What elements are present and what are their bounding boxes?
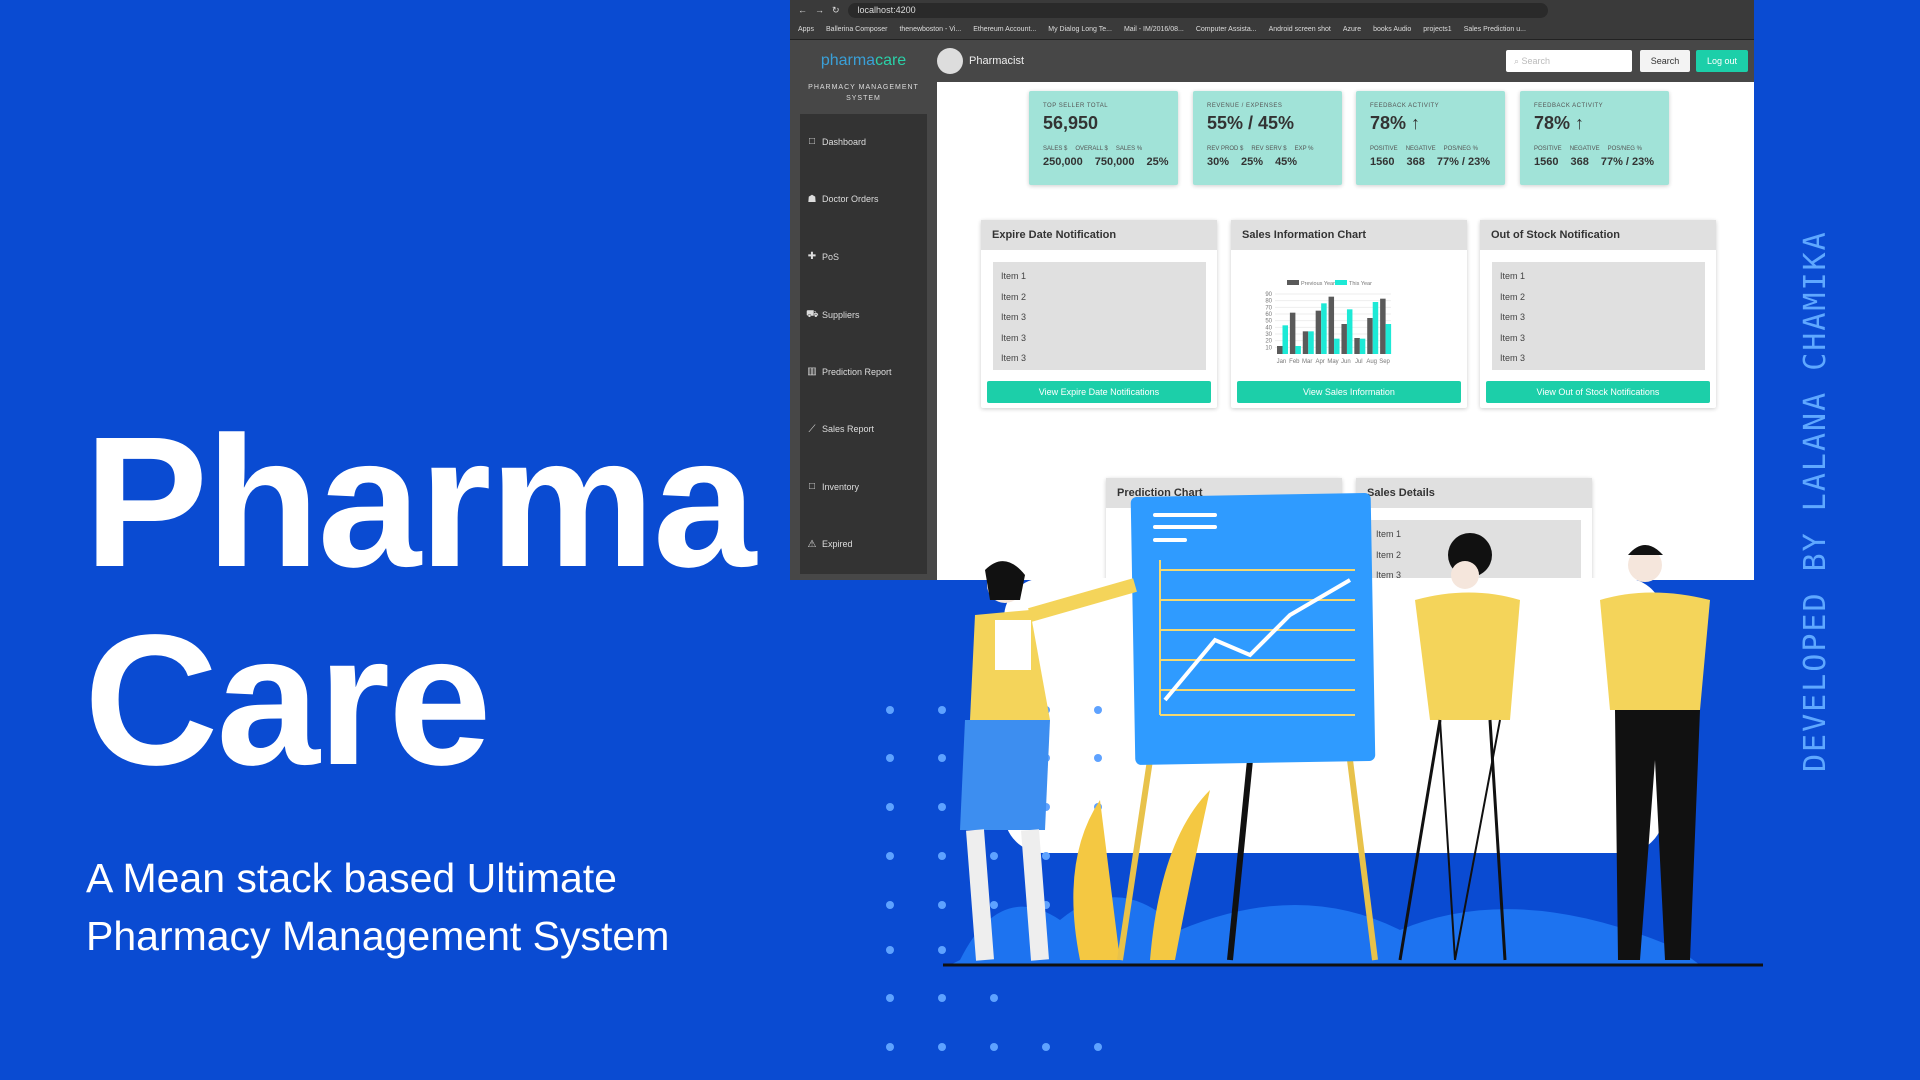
person-man (1600, 545, 1710, 960)
decor-dot (990, 1043, 998, 1051)
decor-dot (886, 994, 894, 1002)
decor-dot (938, 706, 946, 714)
decor-dot (938, 994, 946, 1002)
decor-dot (886, 901, 894, 909)
decor-dot (938, 1043, 946, 1051)
decor-dot (938, 946, 946, 954)
decor-dot (886, 706, 894, 714)
foliage-ground (950, 897, 1700, 965)
decor-dot (886, 754, 894, 762)
decor-dot (886, 852, 894, 860)
decor-dot (938, 754, 946, 762)
decor-dot (1042, 1043, 1050, 1051)
decor-dot (886, 803, 894, 811)
decor-dot (938, 852, 946, 860)
decor-dot (1042, 852, 1050, 860)
decor-dot (938, 901, 946, 909)
presentation-board (1130, 492, 1376, 765)
illustration-team-presentation (886, 492, 1763, 1051)
decor-dot (886, 1043, 894, 1051)
decor-dot (990, 852, 998, 860)
decor-dot (1094, 706, 1102, 714)
decor-dot (938, 803, 946, 811)
decor-dot (1094, 754, 1102, 762)
decor-dot (1094, 1043, 1102, 1051)
decor-dot (990, 994, 998, 1002)
decor-dot (990, 901, 998, 909)
decor-dot (886, 946, 894, 954)
